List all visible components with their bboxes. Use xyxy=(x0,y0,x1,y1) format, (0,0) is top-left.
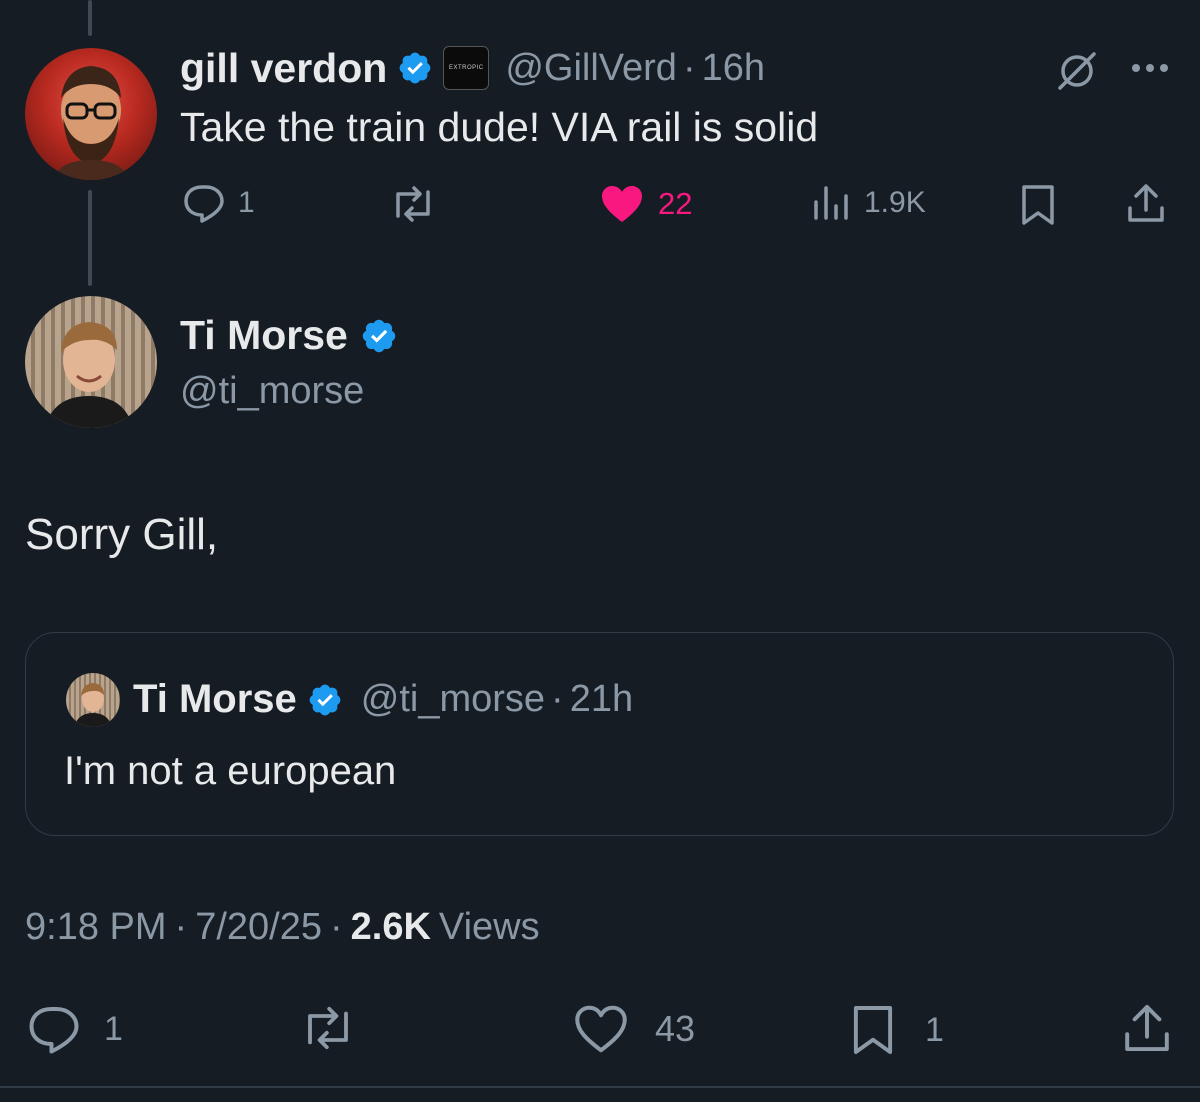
bookmark-icon xyxy=(851,1004,895,1056)
quote-text: I'm not a european xyxy=(64,749,397,793)
reply-button[interactable]: 1 xyxy=(26,1004,123,1054)
grok-icon[interactable] xyxy=(1054,48,1100,94)
views-button[interactable]: 1.9K xyxy=(812,184,926,222)
bookmark-icon[interactable] xyxy=(1020,184,1056,226)
like-count: 22 xyxy=(658,186,693,221)
avatar xyxy=(66,673,120,727)
like-icon xyxy=(600,184,644,224)
reply-button[interactable]: 1 xyxy=(182,183,255,223)
views-count: 1.9K xyxy=(864,186,926,219)
quote-timestamp: 21h xyxy=(569,678,634,720)
share-icon[interactable] xyxy=(1122,1002,1172,1054)
dot-separator: · xyxy=(329,906,343,948)
tweet-text: Sorry Gill, xyxy=(25,510,219,559)
badge-logo-text: EXTROPIC xyxy=(448,65,484,71)
more-icon[interactable] xyxy=(1128,58,1172,78)
avatar[interactable] xyxy=(25,296,157,428)
divider xyxy=(0,1086,1200,1088)
thread-line-bottom xyxy=(88,190,92,286)
views-count: 2.6K xyxy=(350,906,431,948)
thread-line-top xyxy=(88,0,92,36)
dot-separator: · xyxy=(174,906,188,948)
author-name[interactable]: gill verdon xyxy=(180,45,387,92)
meta-time: 9:18 PM xyxy=(25,906,167,948)
quote-author-name: Ti Morse xyxy=(133,677,297,721)
verified-icon xyxy=(307,682,343,718)
main-author: Ti Morse xyxy=(180,312,398,359)
tweet-header: gill verdon EXTROPIC @GillVerd · 16h xyxy=(180,44,765,92)
reply-count: 1 xyxy=(238,186,255,219)
meta-date: 7/20/25 xyxy=(195,906,322,948)
tweet-text: Take the train dude! VIA rail is solid xyxy=(180,104,819,150)
author-handle[interactable]: @ti_morse xyxy=(180,370,364,413)
tweet-meta: 9:18 PM · 7/20/25 · 2.6K Views xyxy=(25,906,540,949)
views-label: Views xyxy=(438,906,540,948)
author-handle[interactable]: @GillVerd xyxy=(505,47,677,90)
bookmark-count: 1 xyxy=(925,1010,944,1049)
reply-icon xyxy=(26,1004,82,1054)
timestamp[interactable]: 16h xyxy=(702,47,765,90)
views-icon xyxy=(812,184,850,222)
quote-header: Ti Morse @ti_morse · 21h xyxy=(133,677,633,722)
quote-tweet-card[interactable]: Ti Morse @ti_morse · 21h I'm not a europ… xyxy=(25,632,1174,836)
quote-handle: @ti_morse xyxy=(360,678,546,720)
like-count: 43 xyxy=(655,1008,696,1049)
author-name[interactable]: Ti Morse xyxy=(180,312,348,359)
verified-icon xyxy=(360,317,398,355)
bookmark-button[interactable]: 1 xyxy=(851,1004,944,1056)
reply-icon xyxy=(182,183,226,223)
verified-icon xyxy=(397,50,433,86)
like-icon xyxy=(573,1004,629,1054)
dot-separator: · xyxy=(551,678,564,720)
retweet-icon[interactable] xyxy=(388,186,438,222)
avatar[interactable] xyxy=(25,48,157,180)
dot-separator: · xyxy=(682,46,696,89)
affiliate-badge[interactable]: EXTROPIC xyxy=(443,46,490,90)
like-button[interactable]: 22 xyxy=(600,184,692,224)
reply-count: 1 xyxy=(104,1009,123,1048)
retweet-icon[interactable] xyxy=(298,1006,358,1050)
share-icon[interactable] xyxy=(1126,182,1166,224)
like-button[interactable]: 43 xyxy=(573,1004,695,1054)
